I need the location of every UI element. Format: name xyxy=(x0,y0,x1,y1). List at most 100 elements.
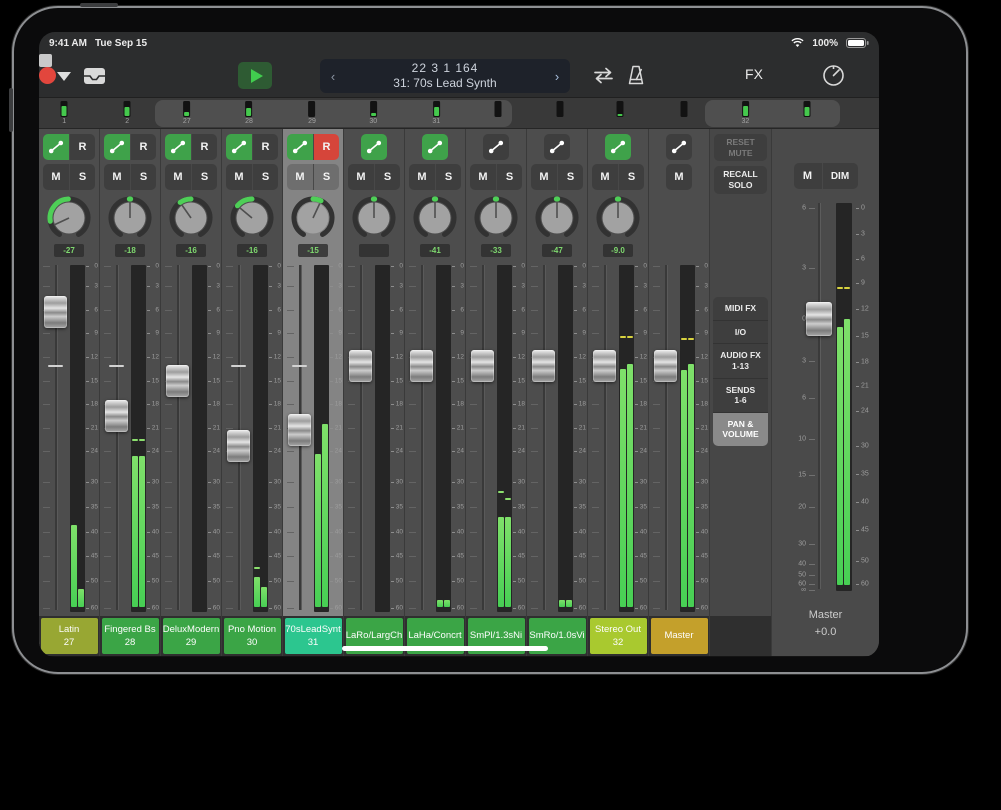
automation-button[interactable] xyxy=(422,134,448,160)
mute-button[interactable]: M xyxy=(470,164,496,190)
pan-knob[interactable] xyxy=(289,194,337,242)
mute-button[interactable]: M xyxy=(104,164,130,190)
ruler-track-meter[interactable] xyxy=(617,101,624,118)
ruler-track-meter[interactable]: 27 xyxy=(183,101,191,125)
solo-button[interactable]: S xyxy=(618,164,644,190)
automation-button[interactable] xyxy=(605,134,631,160)
pan-knob[interactable] xyxy=(472,194,520,242)
pan-knob[interactable] xyxy=(167,194,215,242)
view-button-pan-[interactable]: PAN &VOLUME xyxy=(713,412,768,446)
view-button-audio-fx[interactable]: AUDIO FX1-13 xyxy=(713,343,768,377)
mute-button[interactable]: M xyxy=(409,164,435,190)
pan-knob[interactable] xyxy=(533,194,581,242)
solo-button[interactable]: S xyxy=(374,164,400,190)
cycle-icon[interactable] xyxy=(591,65,616,86)
fader-cap[interactable] xyxy=(105,400,128,432)
ruler-track-meter[interactable]: 1 xyxy=(61,101,68,125)
automation-button[interactable] xyxy=(43,134,69,160)
recall-solo-button[interactable]: RECALLSOLO xyxy=(714,166,767,193)
track-name-chip[interactable]: Latin27 xyxy=(41,618,98,654)
ruler-track-meter[interactable]: 29 xyxy=(308,101,316,125)
fader-cap[interactable] xyxy=(654,350,677,382)
master-dim-button[interactable]: DIM xyxy=(822,163,858,189)
automation-button[interactable] xyxy=(226,134,252,160)
automation-button[interactable] xyxy=(287,134,313,160)
fader-cap[interactable] xyxy=(471,350,494,382)
disclosure-chevron-icon[interactable] xyxy=(57,72,71,81)
ruler-track-meter[interactable] xyxy=(494,101,501,118)
fader-cap[interactable] xyxy=(410,350,433,382)
mute-button[interactable]: M xyxy=(666,164,692,190)
ruler-track-meter[interactable]: 31 xyxy=(432,101,440,125)
fader-cap[interactable] xyxy=(349,350,372,382)
track-name-chip[interactable]: Fingered Bs28 xyxy=(102,618,159,654)
fx-button[interactable]: FX xyxy=(737,66,771,82)
solo-button[interactable]: S xyxy=(191,164,217,190)
mute-button[interactable]: M xyxy=(226,164,252,190)
play-button[interactable] xyxy=(238,62,272,89)
mute-button[interactable]: M xyxy=(592,164,618,190)
solo-button[interactable]: S xyxy=(435,164,461,190)
mute-button[interactable]: M xyxy=(287,164,313,190)
track-overview-ruler[interactable]: 1 2 27 28 29 30 31 32 xyxy=(39,98,879,129)
automation-button[interactable] xyxy=(544,134,570,160)
previous-track-chevron[interactable]: ‹ xyxy=(320,69,346,84)
ruler-track-meter[interactable] xyxy=(803,101,810,118)
record-button[interactable] xyxy=(39,67,56,84)
master-fader-cap[interactable] xyxy=(806,302,832,336)
record-enable-button[interactable]: R xyxy=(252,134,278,160)
solo-button[interactable]: S xyxy=(557,164,583,190)
automation-button[interactable] xyxy=(666,134,692,160)
record-enable-button[interactable]: R xyxy=(130,134,156,160)
ruler-track-meter[interactable] xyxy=(556,101,563,118)
track-name-chip[interactable]: Master xyxy=(651,618,708,654)
fader-cap[interactable] xyxy=(593,350,616,382)
track-name-chip[interactable]: 70sLeadSynt31 xyxy=(285,618,342,654)
fader-cap[interactable] xyxy=(532,350,555,382)
mute-button[interactable]: M xyxy=(165,164,191,190)
horizontal-scroll-indicator[interactable] xyxy=(342,646,548,651)
view-button-sends[interactable]: SENDS1-6 xyxy=(713,378,768,412)
mute-button[interactable]: M xyxy=(43,164,69,190)
ruler-track-meter[interactable]: 32 xyxy=(742,101,750,125)
record-enable-button[interactable]: R xyxy=(69,134,95,160)
view-button-midi-fx[interactable]: MIDI FX xyxy=(713,297,768,320)
ruler-track-meter[interactable]: 30 xyxy=(369,101,377,125)
pan-knob[interactable] xyxy=(350,194,398,242)
automation-button[interactable] xyxy=(361,134,387,160)
pan-knob[interactable] xyxy=(45,194,93,242)
project-tray-icon[interactable] xyxy=(83,65,106,86)
mute-button[interactable]: M xyxy=(531,164,557,190)
solo-button[interactable]: S xyxy=(130,164,156,190)
ruler-track-meter[interactable]: 2 xyxy=(124,101,131,125)
track-name-chip[interactable]: Pno Motion30 xyxy=(224,618,281,654)
mute-button[interactable]: M xyxy=(348,164,374,190)
pan-knob[interactable] xyxy=(106,194,154,242)
record-enable-button[interactable]: R xyxy=(191,134,217,160)
ruler-track-meter[interactable] xyxy=(681,101,688,118)
reset-mute-button[interactable]: RESETMUTE xyxy=(714,134,767,161)
automation-button[interactable] xyxy=(165,134,191,160)
fader-cap[interactable] xyxy=(166,365,189,397)
solo-button[interactable]: S xyxy=(252,164,278,190)
lcd-display[interactable]: ‹ 22 3 1 164 31: 70s Lead Synth › xyxy=(320,59,570,93)
metronome-icon[interactable] xyxy=(625,64,647,87)
solo-button[interactable]: S xyxy=(313,164,339,190)
pan-knob[interactable] xyxy=(411,194,459,242)
automation-button[interactable] xyxy=(483,134,509,160)
pan-knob[interactable] xyxy=(594,194,642,242)
solo-button[interactable]: S xyxy=(496,164,522,190)
record-enable-button[interactable]: R xyxy=(313,134,339,160)
automation-button[interactable] xyxy=(104,134,130,160)
settings-dial-icon[interactable] xyxy=(821,63,846,88)
next-track-chevron[interactable]: › xyxy=(544,69,570,84)
ruler-track-meter[interactable]: 28 xyxy=(245,101,253,125)
fader-cap[interactable] xyxy=(44,296,67,328)
track-name-chip[interactable]: Stereo Out32 xyxy=(590,618,647,654)
track-name-chip[interactable]: DeluxModern29 xyxy=(163,618,220,654)
stop-button[interactable] xyxy=(39,54,52,67)
view-button-i-o[interactable]: I/O xyxy=(713,320,768,344)
master-mute-button[interactable]: M xyxy=(794,163,822,189)
solo-button[interactable]: S xyxy=(69,164,95,190)
fader-cap[interactable] xyxy=(227,430,250,462)
